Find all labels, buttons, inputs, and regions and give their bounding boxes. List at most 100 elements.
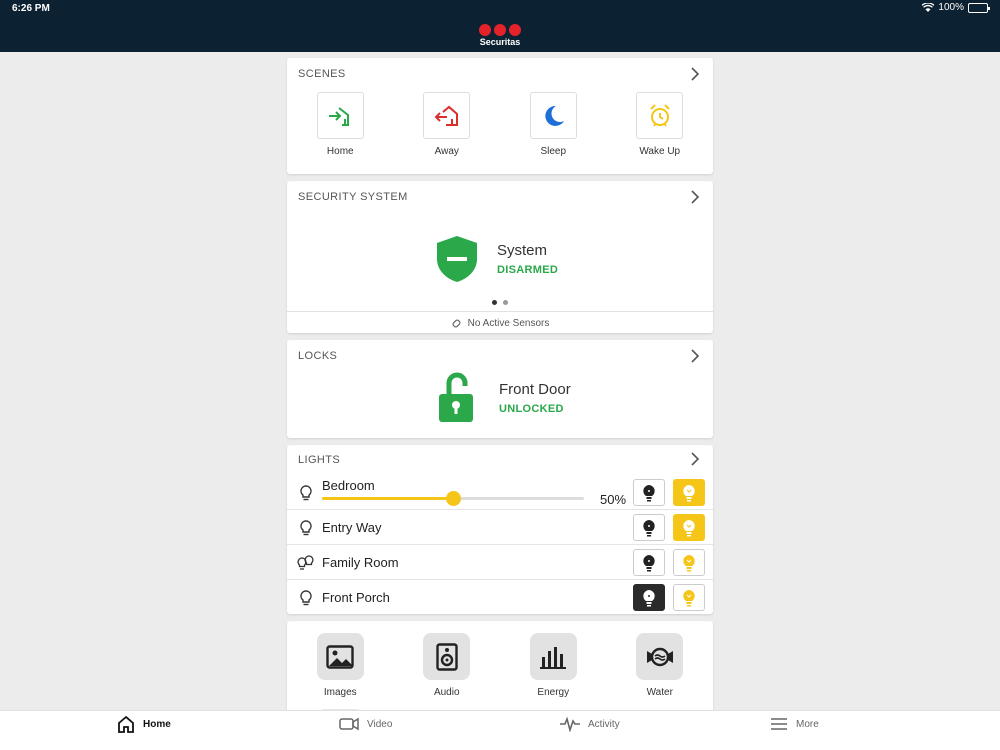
lock-name: Front Door	[499, 381, 571, 398]
status-time: 6:26 PM	[12, 3, 50, 14]
activity-icon	[560, 716, 580, 732]
scene-label: Sleep	[540, 146, 567, 157]
lock-state: UNLOCKED	[499, 403, 564, 415]
light-row-bedroom: Bedroom 50%	[287, 475, 713, 510]
scene-home[interactable]: Home	[287, 92, 394, 157]
light-row-front-porch: Front Porch	[287, 579, 713, 614]
light-off-button[interactable]	[633, 479, 665, 506]
bottom-tab-bar: Home Video Activity More	[0, 710, 1000, 750]
scene-wake-up[interactable]: Wake Up	[607, 92, 714, 157]
tile-audio[interactable]: Audio	[394, 633, 501, 698]
slider-knob[interactable]	[446, 491, 461, 506]
lights-title: LIGHTS	[298, 454, 341, 466]
light-off-button[interactable]	[633, 584, 665, 611]
scene-sleep[interactable]: Sleep	[500, 92, 607, 157]
features-card: Images Audio Energy Water	[287, 621, 713, 721]
scene-away[interactable]: Away	[394, 92, 501, 157]
tile-label: Water	[646, 687, 673, 698]
light-off-button[interactable]	[633, 514, 665, 541]
tab-label: Home	[143, 718, 171, 730]
tile-images[interactable]: Images	[287, 633, 394, 698]
tab-label: More	[796, 718, 819, 730]
bulb-off-icon	[643, 554, 655, 571]
light-name: Bedroom	[322, 478, 375, 493]
bulb-group-icon	[297, 555, 314, 570]
light-row-family-room: Family Room	[287, 544, 713, 579]
tab-more[interactable]: More	[770, 712, 819, 736]
tile-label: Images	[323, 687, 357, 698]
image-icon	[326, 644, 354, 669]
scenes-title: SCENES	[298, 68, 346, 80]
bulb-icon	[300, 590, 312, 606]
app-header: 6:26 PM 100% Securitas	[0, 0, 1000, 52]
bulb-on-icon	[683, 519, 695, 536]
scene-label: Home	[326, 146, 354, 157]
light-on-button[interactable]	[673, 584, 705, 611]
tab-label: Video	[367, 718, 393, 730]
brightness-slider[interactable]	[322, 491, 584, 506]
battery-icon	[968, 2, 990, 13]
light-on-button[interactable]	[673, 549, 705, 576]
bulb-icon	[300, 485, 312, 501]
bulb-on-icon	[683, 554, 695, 571]
brand-name: Securitas	[479, 37, 521, 47]
water-icon	[646, 647, 673, 666]
page-dot	[503, 300, 508, 305]
speaker-icon	[436, 642, 458, 671]
tab-home[interactable]: Home	[117, 712, 171, 736]
sensor-tag-icon	[452, 318, 461, 328]
chevron-right-icon[interactable]	[688, 452, 702, 466]
tab-video[interactable]: Video	[339, 712, 392, 736]
bulb-off-icon	[643, 519, 655, 536]
tab-activity[interactable]: Activity	[560, 712, 620, 736]
page-dot	[492, 300, 497, 305]
light-off-button[interactable]	[633, 549, 665, 576]
light-on-button[interactable]	[673, 479, 705, 506]
lock-front-door[interactable]: Front Door UNLOCKED	[437, 372, 571, 424]
system-state: DISARMED	[497, 264, 559, 276]
system-status[interactable]: System DISARMED	[435, 235, 558, 283]
sensors-text: No Active Sensors	[467, 317, 550, 329]
moon-icon	[545, 105, 565, 126]
bar-chart-icon	[540, 646, 567, 669]
scenes-card: SCENES Home Away Sleep Wake Up	[287, 58, 713, 174]
alarm-clock-icon	[650, 103, 670, 127]
security-title: SECURITY SYSTEM	[298, 191, 408, 203]
shield-icon	[437, 236, 477, 282]
sensors-status[interactable]: No Active Sensors	[287, 311, 713, 334]
scene-label: Away	[434, 146, 459, 157]
home-arrive-icon	[329, 106, 350, 126]
tile-energy[interactable]: Energy	[500, 633, 607, 698]
locks-title: LOCKS	[298, 350, 338, 362]
lights-card: LIGHTS Bedroom 50% Entry Way Family Room…	[287, 445, 713, 614]
chevron-right-icon[interactable]	[688, 349, 702, 363]
security-card[interactable]: SECURITY SYSTEM System DISARMED No Activ…	[287, 181, 713, 333]
menu-icon	[771, 718, 787, 730]
unlocked-padlock-icon	[439, 372, 473, 422]
home-icon	[118, 715, 134, 733]
light-row-entry-way: Entry Way	[287, 509, 713, 544]
locks-card[interactable]: LOCKS Front Door UNLOCKED	[287, 340, 713, 438]
tile-label: Energy	[537, 687, 570, 698]
system-name: System	[497, 242, 548, 259]
page-indicator[interactable]	[287, 300, 713, 305]
tab-label: Activity	[588, 718, 620, 730]
tile-water[interactable]: Water	[607, 633, 714, 698]
light-name: Front Porch	[322, 590, 390, 605]
brand-logo: Securitas	[0, 24, 1000, 47]
brightness-value: 50%	[600, 492, 627, 507]
bulb-off-icon	[643, 484, 655, 501]
battery-percent: 100%	[938, 2, 964, 13]
chevron-right-icon[interactable]	[688, 190, 702, 204]
chevron-right-icon[interactable]	[688, 67, 702, 81]
bulb-on-icon	[683, 589, 695, 606]
logo-dots	[0, 24, 1000, 36]
light-name: Entry Way	[322, 520, 382, 535]
status-right: 100%	[922, 2, 990, 13]
bulb-on-icon	[683, 484, 695, 501]
video-camera-icon	[339, 717, 359, 731]
scene-label: Wake Up	[639, 146, 681, 157]
light-on-button[interactable]	[673, 514, 705, 541]
light-name: Family Room	[322, 555, 399, 570]
wifi-icon	[922, 3, 935, 12]
